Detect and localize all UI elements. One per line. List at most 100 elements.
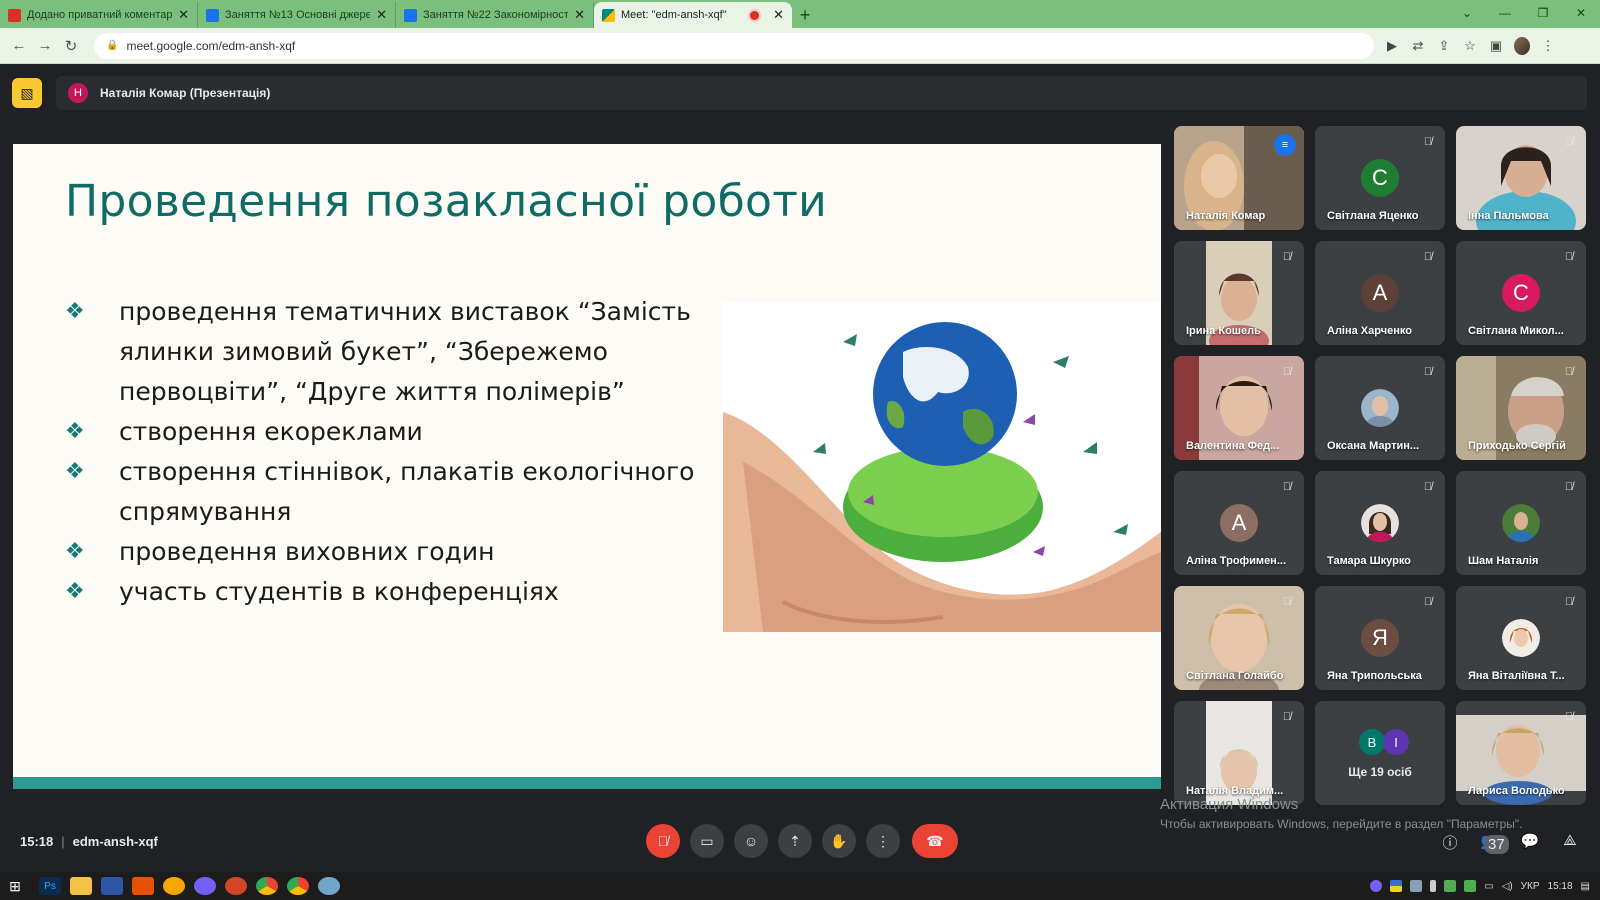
powerpoint-icon[interactable] [225, 877, 247, 895]
minimize-icon[interactable]: — [1486, 0, 1524, 26]
diamond-bullet-icon: ❖ [65, 579, 85, 604]
browser-tab-meet[interactable]: Meet: "edm-ansh-xqf" ✕ [594, 2, 792, 28]
mic-off-icon: 🎙̸ [1282, 366, 1292, 378]
participant-name: Наталія Комар [1186, 210, 1266, 222]
participant-tile[interactable]: 🎙̸ Приходько Сергій [1456, 356, 1586, 460]
people-icon[interactable]: 👥37 [1480, 832, 1509, 867]
restore-icon[interactable]: ❐ [1524, 0, 1562, 26]
browser-menu-icon[interactable]: ⋮ [1540, 38, 1556, 54]
participant-name: Валентина Фед... [1186, 440, 1280, 452]
app-icon[interactable] [163, 877, 185, 895]
share-icon[interactable]: ⇪ [1436, 38, 1452, 54]
participant-name: Світлана Яценко [1327, 210, 1419, 222]
tab-title: Meet: "edm-ansh-xqf" [621, 9, 727, 21]
camera-toggle-button[interactable]: ▭ [690, 824, 724, 858]
lock-icon[interactable]: 🔒 [106, 40, 118, 51]
chrome-icon[interactable] [256, 877, 278, 895]
participant-tile[interactable]: 🎙̸ Яна Віталіївна Т... [1456, 586, 1586, 690]
activities-icon[interactable]: ⟁ [1560, 832, 1580, 867]
network-icon[interactable]: ▭ [1484, 881, 1493, 892]
toolbar-icons: ▶ ⇄ ⇪ ☆ ▣ ⋮ [1384, 36, 1556, 55]
participant-tile[interactable]: 🎙̸ С Світлана Яценко [1315, 126, 1445, 230]
viber-tray-icon[interactable] [1370, 880, 1383, 892]
participant-tile[interactable]: 🎙̸ Світлана Голайбо [1174, 586, 1304, 690]
participant-name: Приходько Сергій [1468, 440, 1566, 452]
tray-icon[interactable] [1464, 880, 1477, 892]
participant-tile[interactable]: 🎙̸ Інна Пальмова [1456, 126, 1586, 230]
photoshop-icon[interactable]: Ps [39, 877, 61, 895]
camera-in-use-icon[interactable]: ▶ [1384, 38, 1400, 54]
back-icon[interactable]: ← [6, 37, 32, 54]
mic-off-icon: 🎙̸ [1564, 711, 1574, 723]
chat-icon[interactable]: 💬 [1520, 832, 1540, 867]
browser-tab-1[interactable]: Додано приватний коментар у ✕ [0, 2, 198, 28]
mic-tray-icon[interactable] [1430, 880, 1437, 892]
mic-toggle-button[interactable]: 🎙̸ [646, 824, 680, 858]
participant-tile[interactable]: 🎙̸ А Аліна Трофимен... [1174, 471, 1304, 575]
present-screen-button[interactable]: ⇡ [778, 824, 812, 858]
tray-icon[interactable] [1444, 880, 1457, 892]
meet-control-bar: 15:18|edm-ansh-xqf 🎙̸ ▭ ☺ ⇡ ✋ ⋮ ☎ ⓘ 👥37 … [0, 820, 1600, 864]
close-window-icon[interactable]: ✕ [1562, 0, 1600, 26]
participant-tile[interactable]: 🎙̸ Ірина Кошель [1174, 241, 1304, 345]
browser-toolbar: ← → ↻ 🔒 meet.google.com/edm-ansh-xqf ▶ ⇄… [0, 28, 1600, 64]
meeting-details-icon[interactable]: ⓘ [1440, 832, 1460, 867]
language-indicator[interactable]: УКР [1521, 881, 1540, 892]
participant-tile[interactable]: 🎙̸ Шам Наталія [1456, 471, 1586, 575]
volume-icon[interactable]: ◁) [1502, 881, 1513, 892]
side-panel-icon[interactable]: ▣ [1488, 38, 1504, 54]
browser-tab-3[interactable]: Заняття №22 Закономірності с ✕ [396, 2, 594, 28]
browser-tab-2[interactable]: Заняття №13 Основні джерела ✕ [198, 2, 396, 28]
app-icon[interactable] [318, 877, 340, 895]
reactions-button[interactable]: ☺ [734, 824, 768, 858]
close-tab-icon[interactable]: ✕ [574, 7, 585, 23]
participant-name: Інна Пальмова [1468, 210, 1549, 222]
close-tab-icon[interactable]: ✕ [376, 7, 387, 23]
participant-tile[interactable]: 🎙̸ Лариса Володько [1456, 701, 1586, 805]
participant-tile[interactable]: 🎙̸ Я Яна Трипольська [1315, 586, 1445, 690]
presentation-slide: Проведення позакласної роботи ❖ проведенн… [13, 144, 1161, 789]
participant-tile[interactable]: 🎙̸ Тамара Шкурко [1315, 471, 1445, 575]
diamond-bullet-icon: ❖ [65, 459, 85, 484]
translate-icon[interactable]: ⇄ [1410, 38, 1426, 54]
participant-tile[interactable]: 🎙̸ Валентина Фед... [1174, 356, 1304, 460]
participant-tile[interactable]: 🎙̸ А Аліна Харченко [1315, 241, 1445, 345]
system-tray: ▭ ◁) УКР 15:18 ▤ [1370, 880, 1590, 892]
notifications-icon[interactable]: ▤ [1581, 881, 1590, 892]
leave-call-button[interactable]: ☎ [912, 824, 958, 858]
save-app-icon[interactable] [101, 877, 123, 895]
tab-search-icon[interactable]: ⌄ [1448, 0, 1486, 26]
reload-icon[interactable]: ↻ [58, 37, 84, 55]
close-tab-icon[interactable]: ✕ [773, 7, 784, 23]
raise-hand-button[interactable]: ✋ [822, 824, 856, 858]
more-participants-tile[interactable]: В І Ще 19 осіб [1315, 701, 1445, 805]
profile-avatar[interactable] [1514, 36, 1530, 55]
file-explorer-icon[interactable] [70, 877, 92, 895]
meeting-time: 15:18 [20, 834, 54, 849]
participant-name: Шам Наталія [1468, 555, 1539, 567]
stop-presenting-icon[interactable]: ▧ [12, 78, 42, 108]
slide-bullet: ❖ створення екореклами [65, 412, 715, 452]
close-tab-icon[interactable]: ✕ [178, 7, 189, 23]
more-options-button[interactable]: ⋮ [866, 824, 900, 858]
viber-icon[interactable] [194, 877, 216, 895]
call-controls: 🎙̸ ▭ ☺ ⇡ ✋ ⋮ ☎ [646, 824, 958, 858]
app-icon[interactable] [132, 877, 154, 895]
flag-tray-icon[interactable] [1390, 880, 1403, 892]
participant-tile[interactable]: ≡ Наталія Комар [1174, 126, 1304, 230]
address-bar[interactable]: 🔒 meet.google.com/edm-ansh-xqf [94, 32, 1374, 59]
mic-off-icon: 🎙̸ [1423, 366, 1433, 378]
chrome-icon[interactable] [287, 877, 309, 895]
windows-start-icon[interactable]: ⊞ [0, 878, 30, 895]
tray-icon[interactable] [1410, 880, 1423, 892]
participant-tile[interactable]: 🎙̸ Оксана Мартин... [1315, 356, 1445, 460]
new-tab-button[interactable]: + [792, 2, 818, 28]
bookmark-star-icon[interactable]: ☆ [1462, 38, 1478, 54]
forward-icon[interactable]: → [32, 37, 58, 54]
participant-tile[interactable]: 🎙̸ Наталія Владим... [1174, 701, 1304, 805]
participant-count-badge: 37 [1484, 835, 1509, 854]
participant-tile[interactable]: 🎙̸ С Світлана Микол... [1456, 241, 1586, 345]
mic-off-icon: 🎙̸ [1282, 481, 1292, 493]
participant-avatar: С [1502, 274, 1540, 312]
clock[interactable]: 15:18 [1548, 881, 1573, 892]
